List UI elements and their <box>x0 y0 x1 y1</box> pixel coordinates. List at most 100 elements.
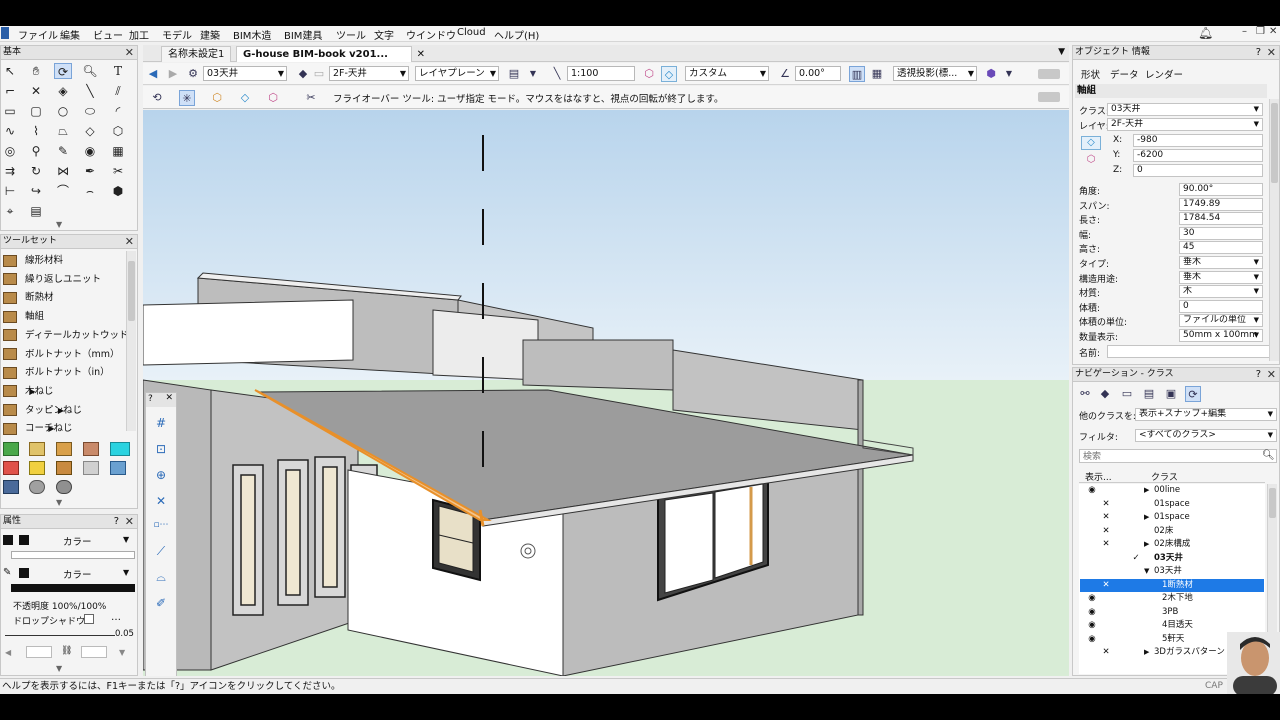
field-dropdown[interactable]: 垂木 ▼ <box>1179 256 1263 269</box>
chevron-down-icon[interactable]: ▼ <box>1001 66 1017 82</box>
help-icon[interactable]: ? <box>1256 46 1261 59</box>
toolset-scrollbar[interactable] <box>126 251 136 431</box>
hidden-icon[interactable]: ✕ <box>1100 498 1112 511</box>
flyover-tool-icon[interactable]: ⟳ <box>54 63 72 79</box>
search-icon[interactable]: 🔍︎ <box>1262 450 1275 461</box>
line-weight-value[interactable]: 0.05 <box>115 629 134 639</box>
grid-tool-icon[interactable]: ▦ <box>109 143 127 159</box>
group-tool-icon[interactable] <box>29 480 45 494</box>
drop-shadow-checkbox[interactable] <box>84 614 94 624</box>
nav-reference-icon[interactable]: ⟳ <box>1185 386 1201 402</box>
layer-plane-dropdown[interactable]: レイヤプレーン ▼ <box>415 66 499 81</box>
scale-field[interactable]: 1:100 <box>567 66 635 81</box>
menu-help[interactable]: ヘルプ(H) <box>494 27 539 42</box>
floor-tool-icon[interactable] <box>56 442 72 456</box>
eye-tool-icon[interactable]: ◉ <box>81 143 99 159</box>
arrow-start-field[interactable] <box>26 646 52 658</box>
close-icon[interactable]: ✕ <box>125 515 134 528</box>
nav-link-icon[interactable]: ⚯ <box>1077 386 1093 402</box>
class-row[interactable]: ◉ 4目透天 <box>1080 619 1264 633</box>
angle-icon[interactable]: ∠ <box>777 66 793 82</box>
field-value[interactable]: 1749.89 <box>1179 197 1263 211</box>
flyover-mode-icon[interactable]: ⟲ <box>149 90 165 106</box>
search-input[interactable] <box>1079 449 1277 463</box>
reshape-tool-icon[interactable]: ⌖ <box>1 203 19 219</box>
x-field[interactable]: -980 <box>1133 134 1263 147</box>
class-row[interactable]: ◉ 2木下地 <box>1080 592 1264 606</box>
rotation-field[interactable]: 0.00° <box>795 66 841 81</box>
field-value[interactable]: 1784.54 <box>1179 212 1263 226</box>
arc-tool-icon[interactable]: ◜ <box>109 103 127 119</box>
close-tab-icon[interactable]: ✕ <box>417 47 425 62</box>
eye-icon[interactable]: ◉ <box>1086 592 1098 605</box>
circle-tool-icon[interactable]: ○ <box>54 103 72 119</box>
field-value[interactable]: 30 <box>1179 226 1263 240</box>
eye-icon[interactable]: ◉ <box>1086 606 1098 619</box>
restore-icon[interactable]: ❐ <box>1256 26 1265 37</box>
toolset-item[interactable]: ディテールカットウッド <box>3 327 129 345</box>
menu-architecture[interactable]: 建築 <box>200 27 220 42</box>
eye-icon[interactable]: ◉ <box>1086 619 1098 632</box>
bell-icon[interactable]: 🔔︎ <box>1198 26 1213 40</box>
close-icon[interactable]: ✕ <box>125 235 134 248</box>
expand-toolset-icon[interactable]: ▼ <box>56 498 62 507</box>
nav-layer-icon[interactable]: ▭ <box>1119 386 1135 402</box>
layer-dropdown[interactable]: 2F-天井 ▼ <box>1107 118 1263 131</box>
polyline-tool-icon[interactable]: ⌇ <box>27 123 45 139</box>
menu-bim-fixtures[interactable]: BIM建具 <box>284 27 322 42</box>
double-line-icon[interactable]: ⫽ <box>109 83 127 99</box>
menu-window[interactable]: ウインドウ <box>406 27 456 42</box>
chevron-down-icon[interactable]: ▼ <box>123 535 129 544</box>
class-row[interactable]: ✕ 02床 <box>1080 525 1264 539</box>
close-window-icon[interactable]: ✕ <box>1269 26 1277 37</box>
sheet-tool-icon[interactable] <box>3 480 19 494</box>
link-icon[interactable]: ⛓ <box>61 646 72 656</box>
scale-icon[interactable]: ╲ <box>549 66 565 82</box>
expand-attributes-icon[interactable]: ▼ <box>56 664 62 673</box>
minimize-icon[interactable]: – <box>1242 26 1247 37</box>
expand-icon[interactable]: ▶ <box>1144 484 1149 497</box>
offset-tool-icon[interactable]: ⇉ <box>1 163 19 179</box>
window-tool-icon[interactable] <box>110 442 130 456</box>
toolset-item[interactable]: 木ねじ ▶ <box>3 383 54 401</box>
text-tool-icon[interactable]: T <box>109 63 127 79</box>
pen-color-dropdown[interactable]: カラー <box>63 567 92 581</box>
more-icon[interactable] <box>1038 69 1060 79</box>
col-visibility[interactable]: 表示... <box>1085 470 1112 483</box>
mirror-tool-icon[interactable]: ⋈ <box>54 163 72 179</box>
toolset-item[interactable]: 線形材料 <box>3 252 63 270</box>
field-value[interactable]: 45 <box>1179 241 1263 255</box>
pen-color-swatch[interactable] <box>19 568 29 578</box>
sheet-icon[interactable]: ▤ <box>506 66 522 82</box>
chamfer-tool-icon[interactable]: ⌒ <box>54 183 72 199</box>
expand-palette-icon[interactable]: ▼ <box>56 220 62 229</box>
object-mode-icon[interactable]: ⬡ <box>209 90 225 106</box>
toolset-item[interactable]: コーチねじ ▶ <box>3 420 73 438</box>
y-field[interactable]: -6200 <box>1133 149 1263 162</box>
more-icon[interactable] <box>1038 92 1060 102</box>
class-row[interactable]: ◉ 3PB <box>1080 606 1264 620</box>
tab-shape[interactable]: 形状 <box>1081 67 1100 81</box>
tab-render[interactable]: レンダー <box>1145 67 1183 81</box>
rotate-tool-icon[interactable]: ↻ <box>27 163 45 179</box>
opacity-label[interactable]: 不透明度 100%/100% <box>13 599 106 612</box>
trim-tool-icon[interactable]: ✂ <box>109 163 127 179</box>
projection-dropdown[interactable]: 透視投影(標... ▼ <box>893 66 977 81</box>
close-icon[interactable]: ✕ <box>125 46 134 59</box>
delete-tool-icon[interactable]: ✕ <box>27 83 45 99</box>
close-icon[interactable]: ✕ <box>1267 368 1276 381</box>
layer-icon[interactable]: ◆ <box>295 66 311 82</box>
locus-tool-icon[interactable]: ⌐ <box>1 83 19 99</box>
class-row[interactable]: ✕ 01space <box>1080 498 1264 512</box>
field-dropdown[interactable]: 木 ▼ <box>1179 285 1263 299</box>
expand-icon[interactable]: ▶ <box>1144 538 1149 551</box>
plane-icon[interactable]: ◇ <box>1081 136 1101 150</box>
chevron-down-icon[interactable]: ▼ <box>123 568 129 577</box>
filter-dropdown[interactable]: <すべてのクラス> ▼ <box>1135 429 1277 442</box>
intersect-icon[interactable]: ✕ <box>152 493 170 509</box>
hidden-icon[interactable]: ✕ <box>1100 511 1112 524</box>
active-class-dropdown[interactable]: 03天井 ▼ <box>203 66 287 81</box>
surface-snap-icon[interactable]: ⌓ <box>152 569 170 585</box>
zoom-tool-icon[interactable]: 🔍︎ <box>81 63 99 79</box>
3d-viewport[interactable]: ? ✕ # ⊡ ⊕ ✕ ▫⋯ ⟋ ⌓ ✐ <box>143 110 1069 676</box>
